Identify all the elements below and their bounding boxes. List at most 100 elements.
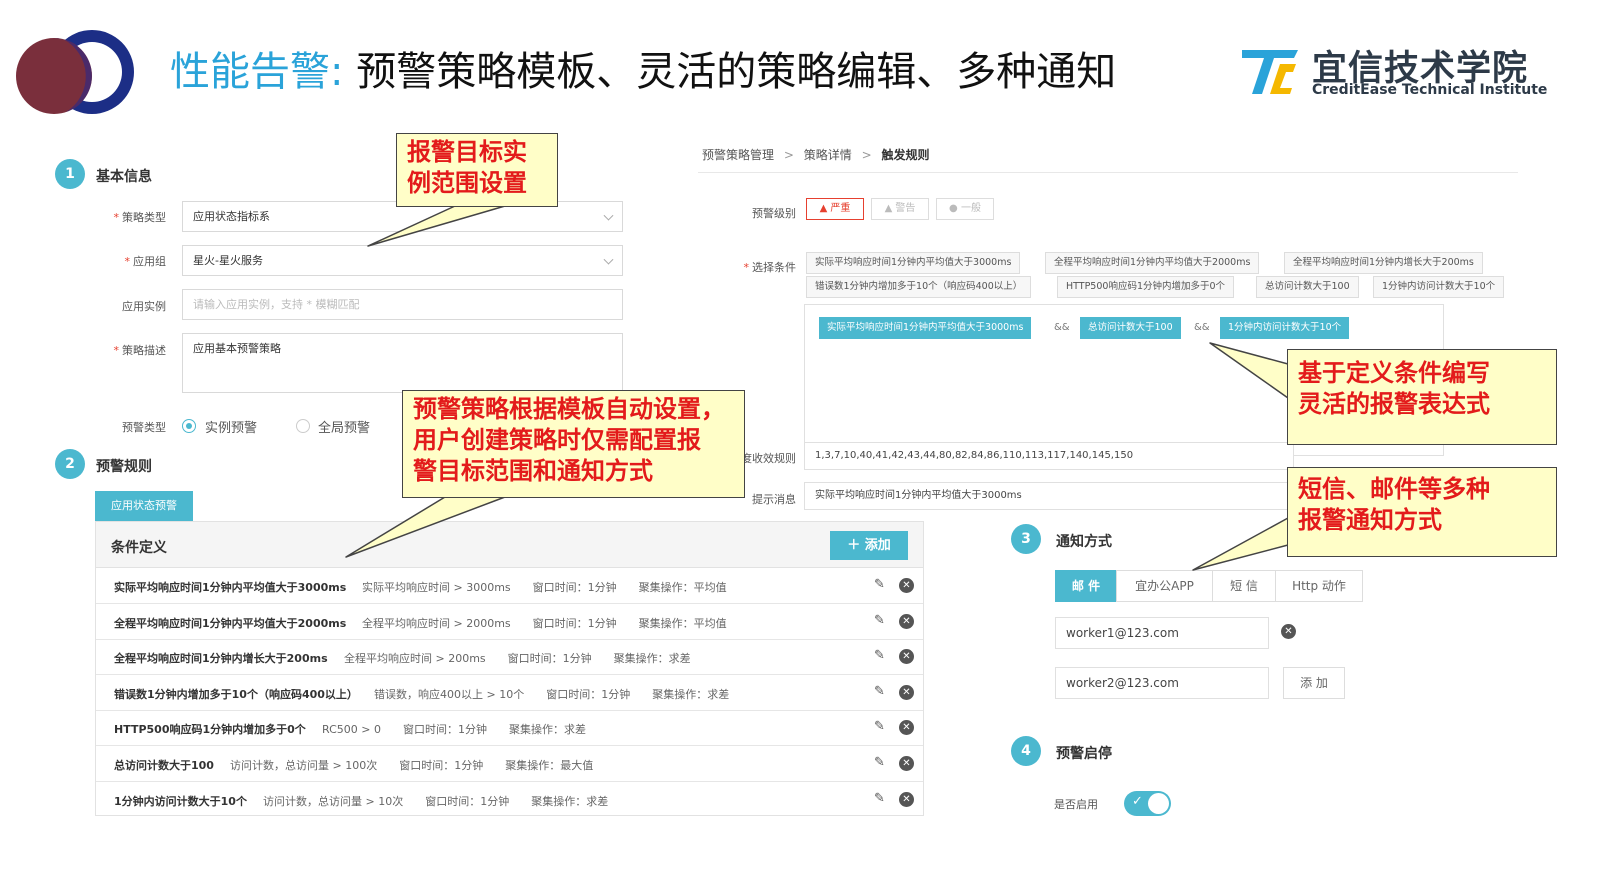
tab-yibangong-app[interactable]: 宜办公APP (1116, 570, 1213, 602)
breadcrumb-item[interactable]: 策略详情 (804, 148, 852, 162)
enable-title: 预警启停 (1056, 746, 1112, 762)
condition-detail: 全程平均响应时间 > 2000ms 窗口时间：1分钟 聚集操作：平均值 (362, 616, 727, 630)
edit-icon[interactable]: ✎ (874, 648, 890, 664)
condition-panel-title: 条件定义 (111, 540, 167, 556)
tab-http-action[interactable]: Http 动作 (1275, 570, 1363, 602)
strategy-type-label: * 策略类型 (113, 211, 167, 224)
conditions-label: * 选择条件 (743, 261, 797, 274)
callout-template-auto: 预警策略根据模板自动设置， 用户创建策略时仅需配置报 警目标范围和通知方式 (402, 390, 745, 498)
level-normal-button[interactable]: ● 一般 (936, 198, 994, 220)
enable-label: 是否启用 (1054, 798, 1098, 811)
logo-rings-icon (16, 30, 134, 114)
edit-icon[interactable]: ✎ (874, 577, 890, 593)
step-4-badge: 4 (1011, 736, 1041, 766)
edit-icon[interactable]: ✎ (874, 719, 890, 735)
condition-chip[interactable]: 1分钟内访问计数大于10个 (1373, 276, 1505, 298)
alert-type-label: 预警类型 (122, 421, 166, 434)
condition-chip[interactable]: HTTP500响应码1分钟内增加多于0个 (1057, 276, 1235, 298)
brand-logo-icon (1242, 50, 1298, 94)
delete-icon[interactable]: ✕ (899, 649, 914, 665)
remove-email-icon[interactable]: ✕ (1281, 624, 1296, 639)
chevron-down-icon (603, 254, 614, 265)
condition-name: 总访问计数大于100 (114, 759, 214, 772)
callout-notify: 短信、邮件等多种 报警通知方式 (1287, 467, 1557, 557)
breadcrumb-separator: > (861, 148, 872, 162)
delete-icon[interactable]: ✕ (899, 791, 914, 807)
edit-icon[interactable]: ✎ (874, 755, 890, 771)
enable-toggle[interactable]: ✓ (1124, 791, 1171, 816)
condition-detail: RC500 > 0 窗口时间：1分钟 聚集操作：求差 (322, 723, 586, 737)
delete-icon[interactable]: ✕ (899, 613, 914, 629)
condition-name: HTTP500响应码1分钟内增加多于0个 (114, 723, 306, 737)
condition-name: 实际平均响应时间1分钟内平均值大于3000ms (114, 581, 347, 594)
radio-instance-label: 实例预警 (205, 421, 258, 436)
radio-global-alert[interactable] (296, 419, 310, 433)
chevron-down-icon (603, 210, 614, 221)
delete-icon[interactable]: ✕ (899, 720, 914, 736)
breadcrumb: 预警策略管理 > 策略详情 > 触发规则 (702, 146, 929, 163)
table-row: 全程平均响应时间1分钟内平均值大于2000ms 全程平均响应时间 > 2000ms… (96, 604, 923, 640)
app-instance-input[interactable]: 请输入应用实例，支持 * 模糊匹配 (182, 289, 623, 320)
condition-panel-header: 条件定义 ＋ 添加 (96, 522, 923, 568)
condition-detail: 访问计数，总访问量 > 100次 窗口时间：1分钟 聚集操作：最大值 (230, 759, 594, 772)
level-severe-button[interactable]: ▲ 严重 (806, 198, 864, 220)
edit-icon[interactable]: ✎ (874, 684, 890, 700)
step-3-badge: 3 (1011, 524, 1041, 554)
condition-chip[interactable]: 错误数1分钟内增加多于10个（响应码400以上） (806, 276, 1032, 298)
and-operator: && (1194, 322, 1210, 333)
app-instance-label: 应用实例 (122, 300, 166, 313)
rules-title: 预警规则 (96, 459, 152, 475)
app-group-select[interactable]: 星火-星火服务 (182, 245, 623, 276)
breadcrumb-item[interactable]: 预警策略管理 (702, 148, 774, 162)
add-email-button[interactable]: 添 加 (1283, 667, 1345, 699)
condition-chip[interactable]: 实际平均响应时间1分钟内平均值大于3000ms (806, 252, 1021, 274)
and-operator: && (1054, 322, 1070, 333)
condition-detail: 访问计数，总访问量 > 10次 窗口时间：1分钟 聚集操作：求差 (263, 794, 609, 808)
condition-name: 错误数1分钟内增加多于10个（响应码400以上） (114, 687, 358, 701)
condition-chip[interactable]: 全程平均响应时间1分钟内平均值大于2000ms (1045, 252, 1260, 274)
delete-icon[interactable]: ✕ (899, 756, 914, 771)
breadcrumb-divider (698, 172, 1518, 173)
toggle-knob (1148, 793, 1169, 814)
condition-chip[interactable]: 全程平均响应时间1分钟内增长大于200ms (1284, 252, 1483, 274)
effective-rule-input[interactable]: 1,3,7,10,40,41,42,43,44,80,82,84,86,110,… (804, 442, 1294, 470)
radio-instance-alert[interactable] (182, 419, 196, 433)
email-field[interactable]: worker2@123.com (1055, 667, 1269, 699)
edit-icon[interactable]: ✎ (874, 791, 890, 807)
check-icon: ✓ (1132, 794, 1143, 809)
expression-token[interactable]: 实际平均响应时间1分钟内平均值大于3000ms (819, 317, 1032, 339)
level-warning-button[interactable]: ▲ 警告 (871, 198, 929, 220)
condition-name: 全程平均响应时间1分钟内平均值大于2000ms (114, 616, 347, 630)
expression-token[interactable]: 1分钟内访问计数大于10个 (1220, 317, 1350, 339)
delete-icon[interactable]: ✕ (899, 578, 914, 593)
table-row: 错误数1分钟内增加多于10个（响应码400以上） 错误数，响应400以上 > 10… (96, 675, 923, 711)
description-textarea[interactable]: 应用基本预警策略 (182, 333, 623, 393)
edit-icon[interactable]: ✎ (874, 613, 890, 629)
add-condition-button[interactable]: ＋ 添加 (830, 531, 908, 560)
slide: { "header": { "title_highlight": "性能告警:"… (0, 0, 1602, 892)
table-row: 实际平均响应时间1分钟内平均值大于3000ms 实际平均响应时间 > 3000ms… (96, 568, 923, 604)
expression-token[interactable]: 总访问计数大于100 (1080, 317, 1181, 339)
condition-detail: 错误数，响应400以上 > 10个 窗口时间：1分钟 聚集操作：求差 (374, 687, 730, 701)
condition-detail: 全程平均响应时间 > 200ms 窗口时间：1分钟 聚集操作：求差 (344, 652, 691, 666)
condition-chip[interactable]: 总访问计数大于100 (1256, 276, 1359, 298)
table-row: 全程平均响应时间1分钟内增长大于200ms 全程平均响应时间 > 200ms 窗口… (96, 639, 923, 676)
level-label: 预警级别 (752, 207, 796, 220)
tab-sms[interactable]: 短 信 (1212, 570, 1276, 602)
table-row: 总访问计数大于100 访问计数，总访问量 > 100次 窗口时间：1分钟 聚集操作… (96, 746, 923, 782)
condition-name: 全程平均响应时间1分钟内增长大于200ms (114, 652, 328, 666)
page-title: 性能告警: 预警策略模板、灵活的策略编辑、多种通知 (170, 49, 1117, 95)
step-2-badge: 2 (55, 449, 85, 479)
condition-name: 1分钟内访问计数大于10个 (114, 794, 247, 808)
condition-panel: 条件定义 ＋ 添加 实际平均响应时间1分钟内平均值大于3000ms 实际平均响应时… (95, 521, 924, 816)
table-row: HTTP500响应码1分钟内增加多于0个 RC500 > 0 窗口时间：1分钟 聚… (96, 710, 923, 747)
message-input[interactable]: 实际平均响应时间1分钟内平均值大于3000ms (804, 482, 1294, 510)
email-field[interactable]: worker1@123.com (1055, 617, 1269, 649)
tab-email[interactable]: 邮 件 (1055, 570, 1117, 602)
table-row: 1分钟内访问计数大于10个 访问计数，总访问量 > 10次 窗口时间：1分钟 聚集… (96, 782, 923, 818)
callout-expression: 基于定义条件编写 灵活的报警表达式 (1287, 349, 1557, 445)
delete-icon[interactable]: ✕ (899, 684, 914, 700)
tab-app-status-alert[interactable]: 应用状态预警 (95, 491, 193, 521)
notify-title: 通知方式 (1056, 534, 1112, 550)
app-group-label: * 应用组 (124, 255, 167, 268)
